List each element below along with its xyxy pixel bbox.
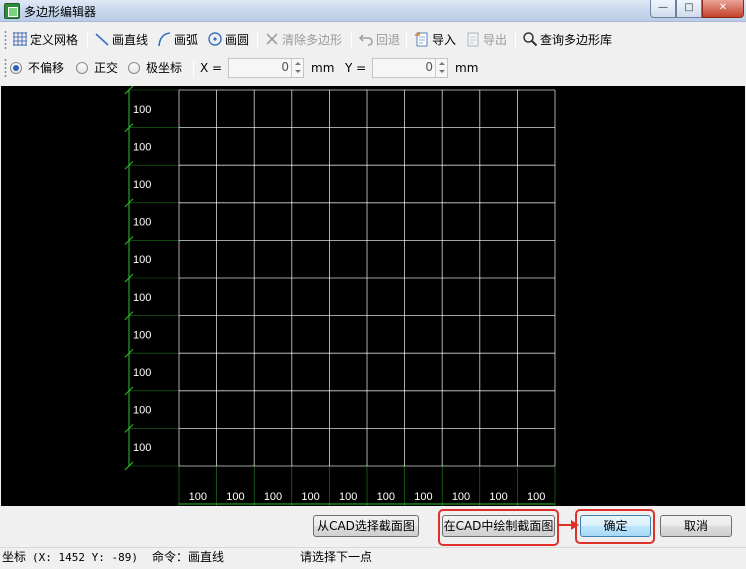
- maximize-button[interactable]: □: [676, 0, 702, 18]
- query-polygon-library-label: 查询多边形库: [540, 33, 613, 47]
- draw-in-cad-button[interactable]: 在CAD中绘制截面图: [442, 515, 555, 537]
- row-dimension-label: 100: [133, 217, 151, 229]
- draw-line-label: 画直线: [112, 33, 149, 47]
- column-dimension-label: 100: [452, 491, 470, 503]
- clear-polygon-button[interactable]: 清除多边形: [264, 30, 342, 50]
- toolbar-grip[interactable]: [4, 58, 7, 78]
- radio-polar-label[interactable]: 极坐标: [146, 59, 182, 77]
- row-dimension-label: 100: [133, 141, 151, 153]
- polygon-editor-window: 多边形编辑器 — □ ✕ 定义网格 画直线 画弧 画圆 清除多边形 回退 导入 …: [0, 0, 746, 569]
- import-label: 导入: [432, 33, 457, 47]
- cancel-button[interactable]: 取消: [660, 515, 732, 537]
- import-button[interactable]: 导入: [414, 30, 456, 50]
- column-dimension-label: 100: [301, 491, 319, 503]
- row-dimension-label: 100: [133, 179, 151, 191]
- toolbar-grip[interactable]: [4, 30, 7, 50]
- y-offset-label: Y =: [345, 61, 367, 75]
- clear-icon: [266, 33, 278, 45]
- select-from-cad-button[interactable]: 从CAD选择截面图: [313, 515, 419, 537]
- query-polygon-library-button[interactable]: 查询多边形库: [522, 30, 612, 50]
- row-dimension-label: 100: [133, 405, 151, 417]
- radio-orthogonal[interactable]: [76, 62, 88, 74]
- column-dimension-label: 100: [189, 491, 207, 503]
- y-offset-spinner[interactable]: [435, 59, 447, 77]
- drawing-canvas[interactable]: 100 100 100 100 100 100 100 100 100 100 100 100 100 1…: [1, 86, 745, 506]
- undo-icon: [358, 34, 373, 46]
- arc-icon: [158, 32, 171, 47]
- x-offset-value: 0: [281, 60, 289, 74]
- column-dimension-label: 100: [489, 491, 507, 503]
- column-dimension-label: 100: [377, 491, 395, 503]
- status-coord-label: 坐标: [2, 550, 27, 564]
- toolbar-separator: [87, 31, 88, 49]
- export-icon: [467, 32, 479, 47]
- define-grid-button[interactable]: 定义网格: [12, 30, 78, 50]
- export-button[interactable]: 导出: [465, 30, 507, 50]
- x-offset-input[interactable]: 0: [228, 58, 304, 78]
- row-dimension-label: 100: [133, 292, 151, 304]
- row-dimension-label: 100: [133, 442, 151, 454]
- status-command: 命令：画直线: [152, 550, 225, 564]
- column-dimension-label: 100: [226, 491, 244, 503]
- column-dimension-label: 100: [527, 491, 545, 503]
- grid-drawing[interactable]: 100 100 100 100 100 100 100 100 100 100 100 100 100 1…: [1, 86, 745, 506]
- grid-icon: [13, 32, 27, 46]
- close-button[interactable]: ✕: [702, 0, 744, 18]
- y-offset-unit: mm: [455, 61, 479, 75]
- radio-polar[interactable]: [128, 62, 140, 74]
- draw-arc-label: 画弧: [174, 33, 199, 47]
- define-grid-label: 定义网格: [30, 33, 79, 47]
- x-offset-unit: mm: [311, 61, 335, 75]
- x-offset-label: X =: [200, 61, 223, 75]
- row-dimension-label: 100: [133, 329, 151, 341]
- status-prompt: 请选择下一点: [300, 550, 373, 564]
- draw-circle-label: 画圆: [225, 33, 250, 47]
- window-title: 多边形编辑器: [24, 5, 97, 19]
- line-icon: [95, 33, 109, 46]
- column-dimension-label: 100: [264, 491, 282, 503]
- draw-circle-button[interactable]: 画圆: [207, 30, 249, 50]
- toolbar-separator: [257, 31, 258, 49]
- toolbar-separator: [406, 31, 407, 49]
- draw-arc-button[interactable]: 画弧: [156, 30, 198, 50]
- y-offset-input[interactable]: 0: [372, 58, 448, 78]
- undo-button[interactable]: 回退: [358, 30, 400, 50]
- search-icon: [523, 32, 538, 47]
- clear-polygon-label: 清除多边形: [282, 33, 343, 47]
- row-dimension-label: 100: [133, 367, 151, 379]
- column-dimension-label: 100: [339, 491, 357, 503]
- title-bar[interactable]: 多边形编辑器 — □ ✕: [0, 0, 746, 22]
- x-offset-spinner[interactable]: [291, 59, 303, 77]
- radio-no-offset[interactable]: [10, 62, 22, 74]
- toolbar-separator: [351, 31, 352, 49]
- drawing-toolbar: 定义网格 画直线 画弧 画圆 清除多边形 回退 导入 导出 查询多边形库: [0, 27, 746, 53]
- draw-line-button[interactable]: 画直线: [94, 30, 148, 50]
- app-icon: [4, 3, 20, 19]
- circle-icon: [208, 32, 222, 46]
- radio-orthogonal-label[interactable]: 正交: [94, 59, 118, 77]
- row-dimension-label: 100: [133, 254, 151, 266]
- toolbar-separator: [193, 60, 194, 78]
- column-dimension-label: 100: [414, 491, 432, 503]
- radio-no-offset-label[interactable]: 不偏移: [28, 59, 64, 77]
- row-dimension-label: 100: [133, 104, 151, 116]
- minimize-button[interactable]: —: [650, 0, 676, 18]
- import-icon: [415, 32, 428, 47]
- y-offset-value: 0: [425, 60, 433, 74]
- undo-label: 回退: [376, 33, 401, 47]
- toolbar-separator: [515, 31, 516, 49]
- ok-button[interactable]: 确定: [580, 515, 651, 537]
- status-coord-value: (X: 1452 Y: -89): [32, 551, 138, 564]
- export-label: 导出: [483, 33, 508, 47]
